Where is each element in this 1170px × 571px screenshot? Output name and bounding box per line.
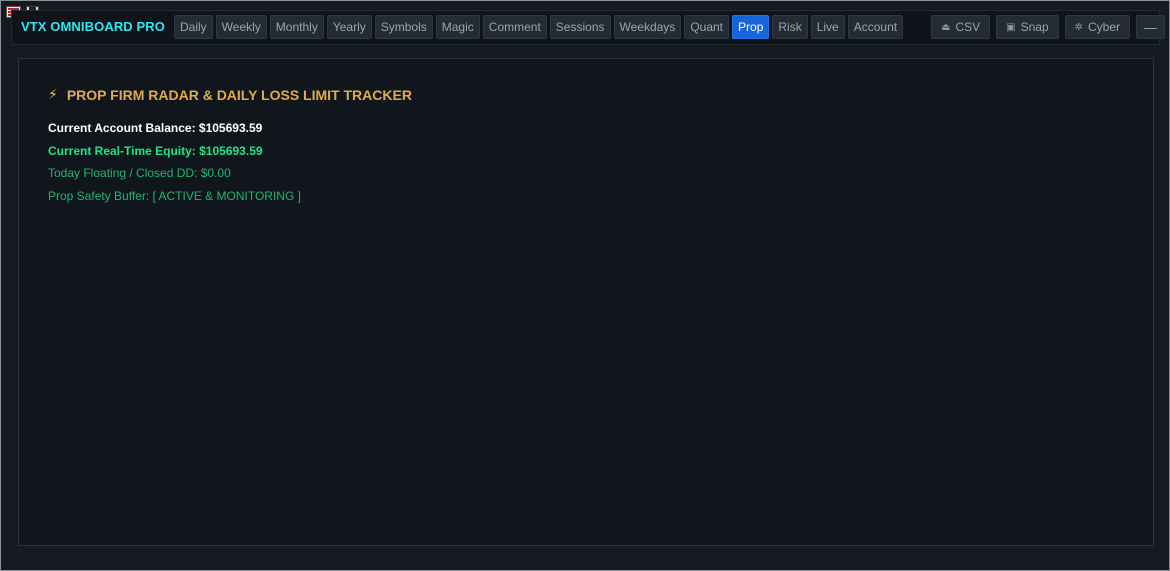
realtime-equity: Current Real-Time Equity: $105693.59 (48, 144, 263, 158)
tab-comment[interactable]: Comment (482, 15, 547, 39)
tab-account[interactable]: Account (847, 15, 904, 39)
snap-label: Snap (1020, 20, 1049, 34)
tab-magic[interactable]: Magic (435, 15, 480, 39)
tab-symbols[interactable]: Symbols (374, 15, 433, 39)
safety-buffer-status: Prop Safety Buffer: [ ACTIVE & MONITORIN… (48, 189, 301, 203)
app-title: VTX OMNIBOARD PRO (21, 19, 165, 34)
tab-yearly[interactable]: Yearly (326, 15, 372, 39)
tab-live[interactable]: Live (810, 15, 845, 39)
tab-quant[interactable]: Quant (684, 15, 730, 39)
cyber-button[interactable]: ✲ Cyber (1064, 15, 1131, 39)
app-window: VTX OMNIBOARD PRO Daily Weekly Monthly Y… (0, 0, 1170, 571)
tab-prop[interactable]: Prop (732, 15, 770, 39)
tab-sessions[interactable]: Sessions (549, 15, 611, 39)
top-toolbar: VTX OMNIBOARD PRO Daily Weekly Monthly Y… (11, 10, 1166, 45)
minimize-button[interactable]: — (1136, 15, 1166, 39)
snap-button[interactable]: ▣ Snap (996, 15, 1059, 39)
panel-title: PROP FIRM RADAR & DAILY LOSS LIMIT TRACK… (66, 86, 412, 103)
bolt-icon: ⚡ (48, 86, 58, 102)
action-buttons: ⏏ CSV ▣ Snap ✲ Cyber — (931, 15, 1166, 39)
tab-daily[interactable]: Daily (174, 15, 213, 39)
prop-panel: ⚡ PROP FIRM RADAR & DAILY LOSS LIMIT TRA… (18, 58, 1154, 546)
camera-icon: ▣ (1006, 21, 1016, 33)
tab-weekly[interactable]: Weekly (215, 15, 267, 39)
csv-label: CSV (955, 20, 981, 34)
tab-bar: Daily Weekly Monthly Yearly Symbols Magi… (174, 15, 904, 39)
tab-weekdays[interactable]: Weekdays (613, 15, 682, 39)
export-icon: ⏏ (941, 21, 951, 33)
daily-drawdown: Today Floating / Closed DD: $0.00 (48, 166, 231, 180)
tab-monthly[interactable]: Monthly (269, 15, 324, 39)
panel-heading: ⚡ PROP FIRM RADAR & DAILY LOSS LIMIT TRA… (48, 86, 412, 103)
account-balance: Current Account Balance: $105693.59 (48, 121, 263, 135)
tab-risk[interactable]: Risk (772, 15, 808, 39)
csv-button[interactable]: ⏏ CSV (931, 15, 991, 39)
palette-icon: ✲ (1074, 21, 1084, 33)
cyber-label: Cyber (1088, 20, 1121, 34)
